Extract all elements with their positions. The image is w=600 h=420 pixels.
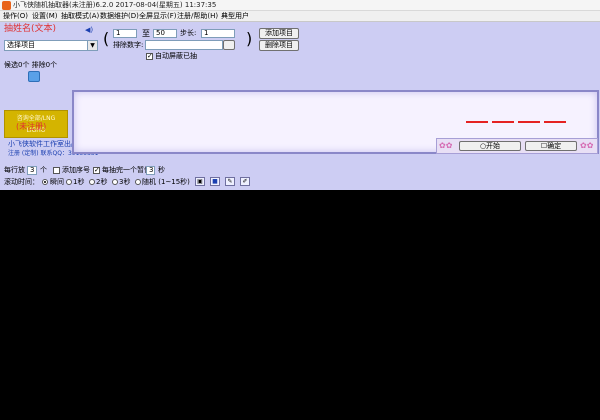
pause-seconds-input[interactable]: 3 [146,166,155,175]
menu-operate[interactable]: 操作(O) [3,11,28,22]
scroll-option: 3秒 [119,178,131,186]
image-icon[interactable]: ▣ [195,177,205,186]
scroll-option: 2秒 [96,178,108,186]
add-seq-checkbox[interactable] [53,167,60,174]
pause-checkbox[interactable]: ✓ [93,167,100,174]
add-seq-label: 添加序号 [62,166,90,174]
flower-icon: ✿✿ [580,141,594,150]
app-icon [2,1,11,10]
result-slot [544,121,566,123]
result-slot [492,121,514,123]
step-label: 步长: [180,29,197,37]
scroll-option: 瞬间 [50,178,64,186]
paint-icon[interactable]: ✐ [240,177,250,186]
project-select[interactable]: 选择项目 ▼ [4,40,98,51]
per-row-input[interactable]: 3 [27,166,37,175]
main-panel: 抽姓名(文本) ◀) 选择项目 ▼ 候选0个 排除0个 咨询全部/LNG LIG… [0,22,600,190]
refresh-icon[interactable] [28,71,40,82]
scroll-option: 1秒 [73,178,85,186]
menu-draw-mode[interactable]: 抽取模式(A) [61,11,99,22]
exclude-browse-button[interactable] [223,40,235,50]
scroll-random-radio[interactable] [135,179,141,185]
action-bar: ✿✿ ○开始 ☐确定 ✿✿ [436,138,598,154]
range-to-label: 至 [142,29,150,38]
unregistered-label: (未注册) [16,122,47,131]
menu-settings[interactable]: 设置(M) [32,11,58,22]
result-slot [518,121,540,123]
pause-unit: 秒 [158,166,165,174]
scroll-option: 随机 (1~15秒) [142,178,190,186]
menu-bar: 操作(O) 设置(M) 抽取模式(A) 数据维护(D) 全屏显示(F) 注册/帮… [0,11,600,22]
auto-clear-checkbox[interactable]: ✓ [146,53,153,60]
add-item-button[interactable]: 添加项目 [259,28,299,39]
range-from-input[interactable]: 1 [113,29,137,38]
auto-clear-label: 自动屏蔽已抽 [155,52,197,60]
edit-icon[interactable]: ✎ [225,177,235,186]
exclude-input[interactable] [145,40,223,50]
delete-item-button[interactable]: 删除项目 [259,40,299,51]
flower-icon: ✿✿ [439,141,453,150]
company-credit: 小飞侠软件工作室出品 [8,140,78,148]
speaker-icon[interactable]: ◀) [85,26,93,35]
window-title: 小飞侠随机抽取器(未注册)6.2.0 2017-08-04(星期五) 11:37… [13,1,217,9]
scroll-2s-radio[interactable] [89,179,95,185]
exclude-label: 排除数字: [113,41,144,49]
scroll-3s-radio[interactable] [112,179,118,185]
result-slot [466,121,488,123]
scroll-1s-radio[interactable] [66,179,72,185]
save-icon[interactable]: ■ [210,177,220,186]
range-to-input[interactable]: 50 [153,29,177,38]
right-paren: ) [246,29,253,48]
scroll-time-label: 滚动时间： [4,178,39,186]
empty-canvas-area [0,190,600,420]
per-row-label: 每行放 [4,166,25,174]
per-row-unit: 个 [40,166,47,174]
project-select-value: 选择项目 [7,41,35,49]
menu-register-help[interactable]: 注册/帮助(H) [177,11,218,22]
candidate-counts: 候选0个 排除0个 [4,61,58,69]
chevron-down-icon[interactable]: ▼ [87,41,97,50]
left-paren: ( [103,29,110,48]
scroll-instant-radio[interactable] [42,179,48,185]
confirm-button[interactable]: ☐确定 [525,141,577,151]
menu-typical-users[interactable]: 典型用户 [221,11,249,22]
start-button[interactable]: ○开始 [459,141,521,151]
menu-fullscreen[interactable]: 全屏显示(F) [139,11,177,22]
menu-data-maintenance[interactable]: 数据维护(D) [100,11,139,22]
step-input[interactable]: 1 [201,29,235,38]
mode-title: 抽姓名(文本) [4,24,57,34]
title-bar: 小飞侠随机抽取器(未注册)6.2.0 2017-08-04(星期五) 11:37… [0,0,600,11]
pause-label: 每抽完一个暂停 [102,166,151,174]
